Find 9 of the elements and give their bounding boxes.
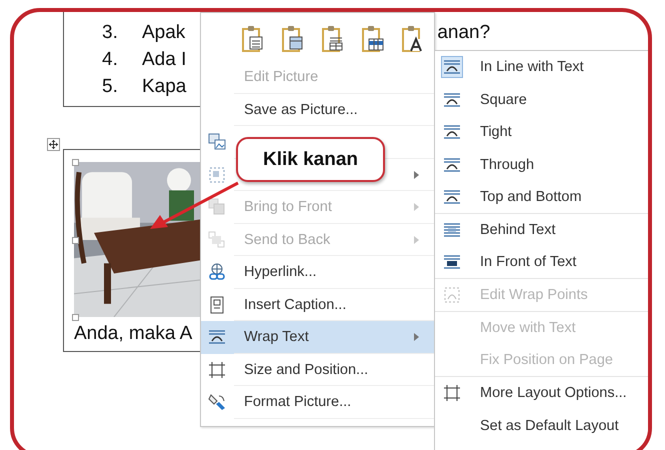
list-text: Apak (142, 22, 186, 44)
callout-tooltip: Klik kanan (236, 137, 385, 182)
list-text: anan? (437, 22, 490, 44)
list-text: Kapa (142, 76, 186, 98)
list-text: Ada I (142, 48, 186, 70)
list-number: 3. (102, 22, 119, 44)
caption-text: Anda, maka A (74, 323, 192, 345)
list-number: 5. (102, 76, 119, 98)
list-number: 4. (102, 48, 119, 70)
